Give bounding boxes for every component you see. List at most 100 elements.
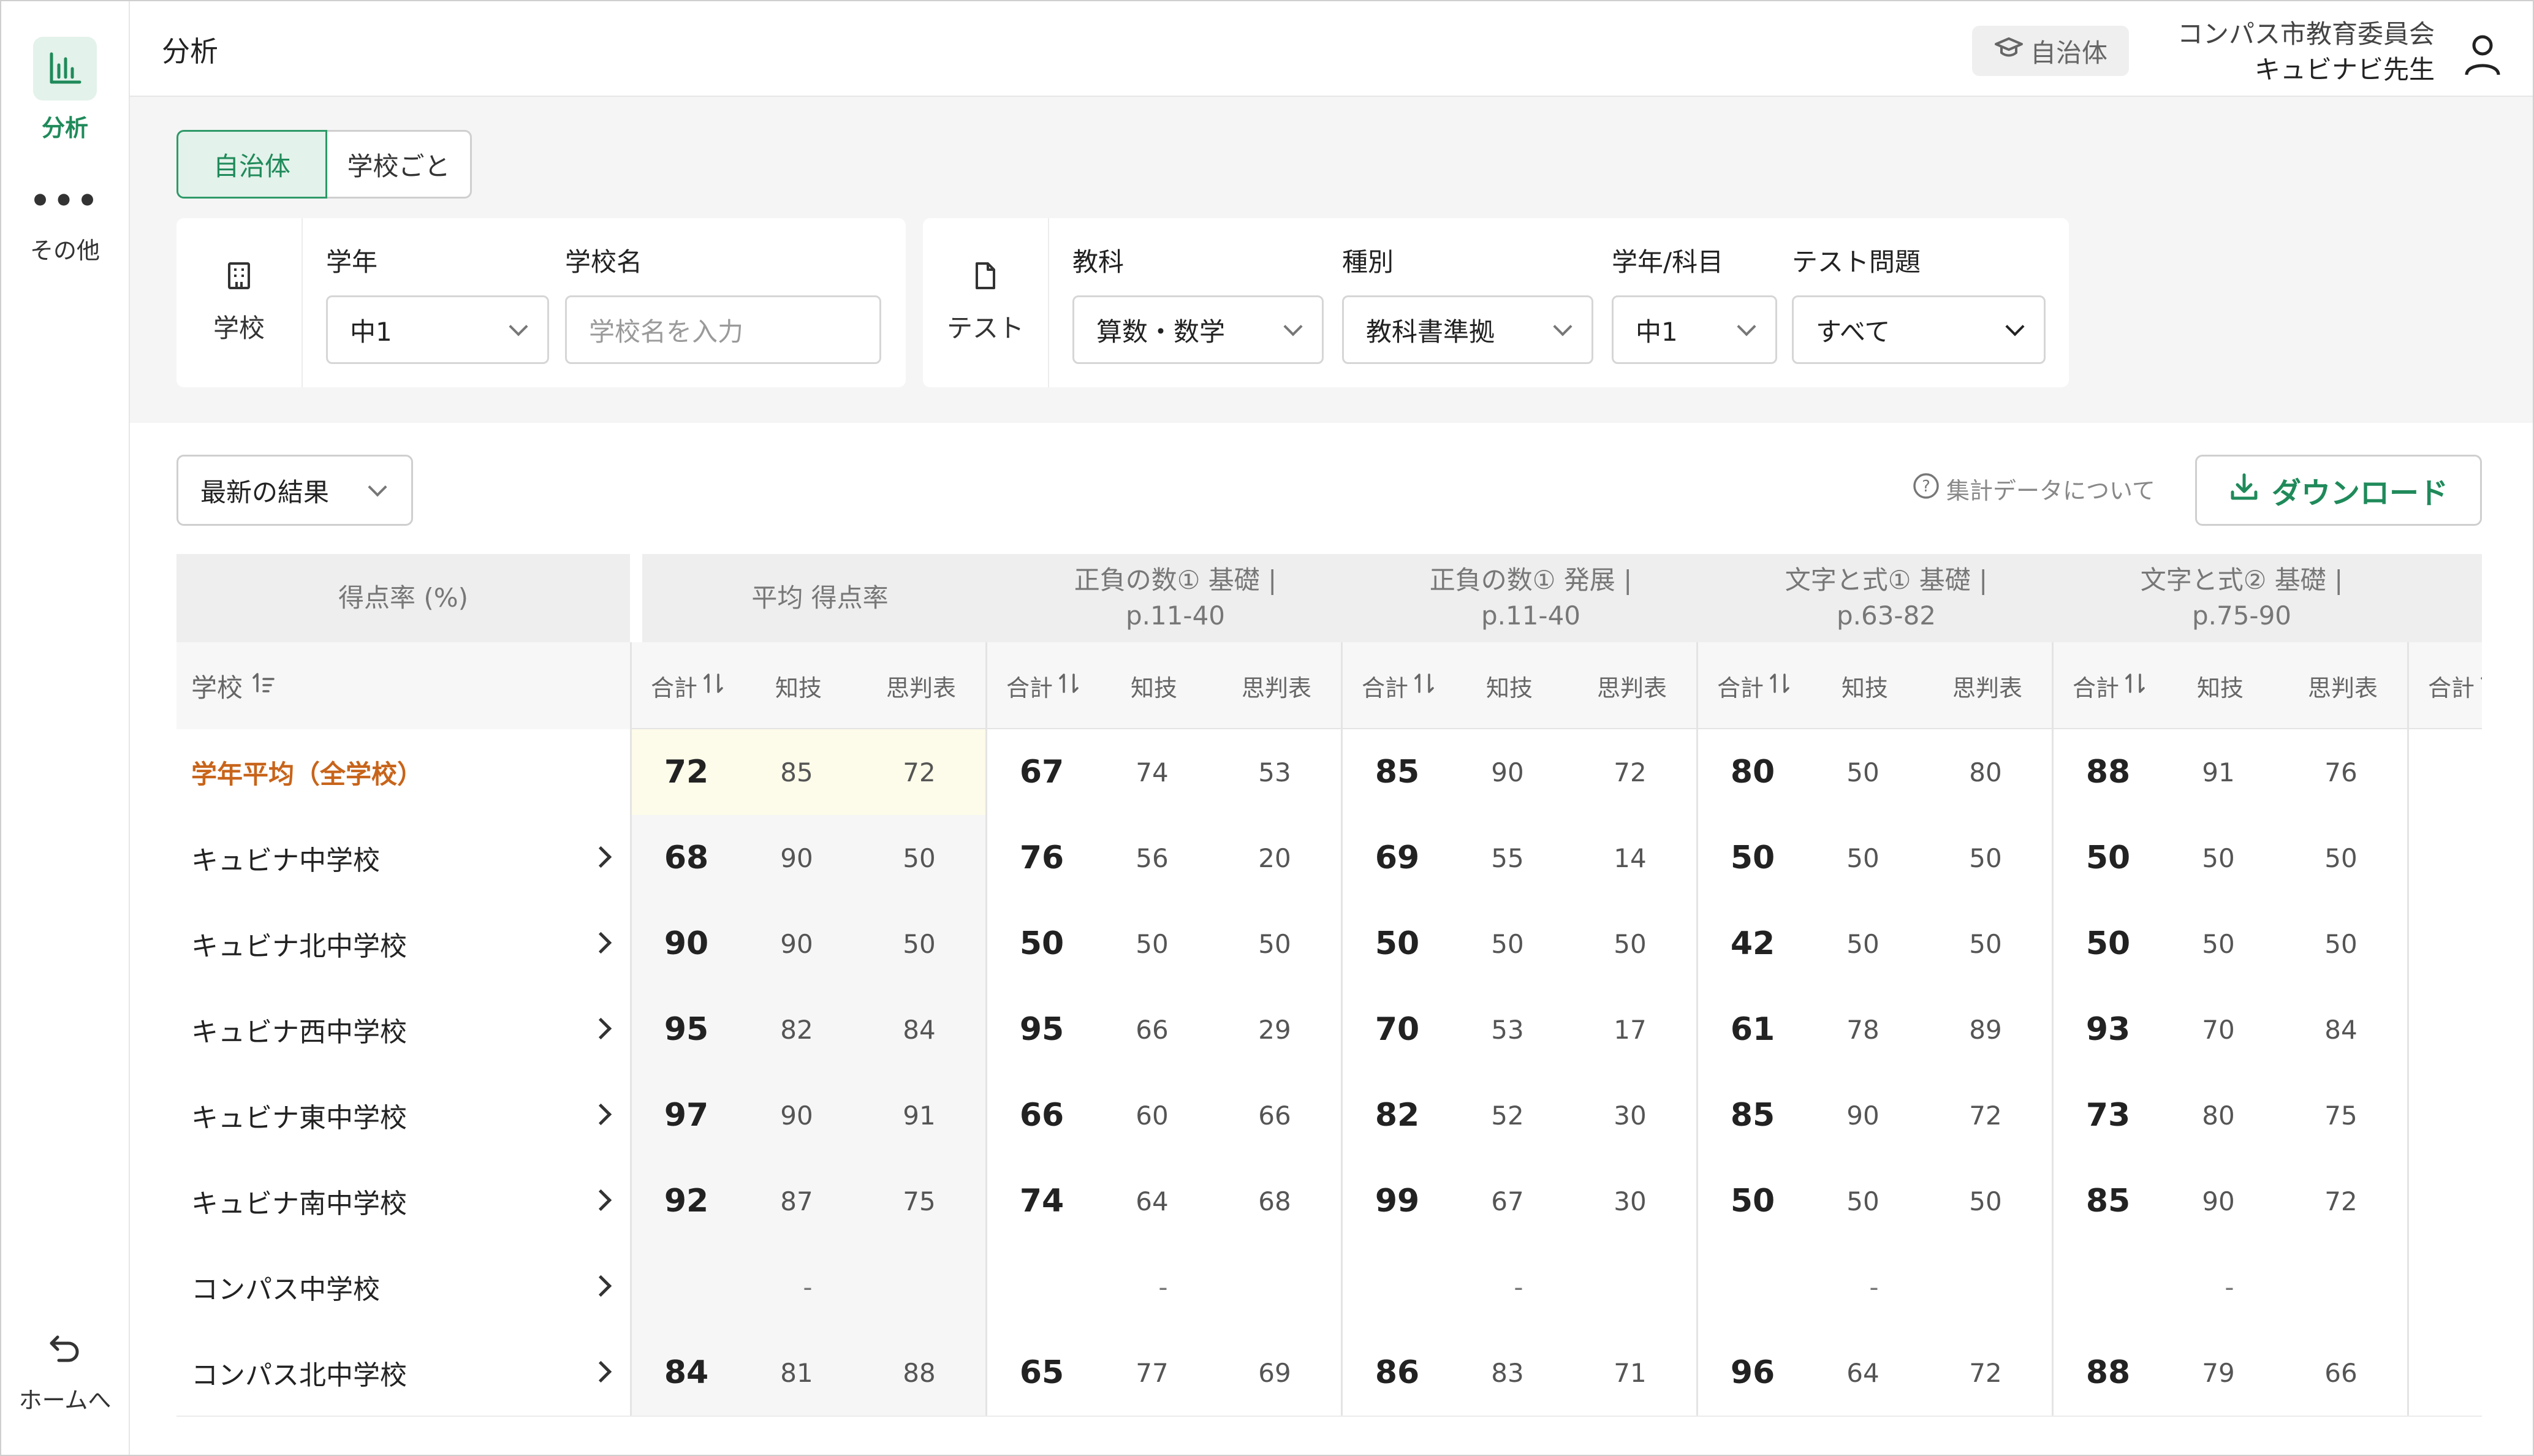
total-sort-header[interactable]: 合計 [995,642,1093,729]
score-knowledge: 64 [1846,1357,1880,1388]
score-total: 50 [1019,925,1064,962]
total-sort-header[interactable]: 合計 [2061,642,2159,729]
sub-header-label: 思判表 [1241,674,1311,702]
subject-select[interactable]: 算数・数学 [1072,295,1324,364]
score-knowledge: 90 [1491,757,1524,787]
school-name-input[interactable]: 学校名を入力 [565,295,881,364]
score-thinking: 71 [1614,1357,1647,1388]
score-thinking: 72 [2324,1186,2358,1216]
aggregate-info-link[interactable]: ? 集計データについて [1912,472,2155,506]
sort-ascending-icon [250,670,277,701]
score-total: 92 [664,1183,709,1219]
sub-header-label: 知技 [1130,674,1177,702]
score-knowledge: 90 [2202,1186,2235,1216]
table-row[interactable]: キュビナ中学校 68 90 50 76 56 20 69 55 14 50 50 50 50 50 50 [176,815,2482,902]
sidebar-item-home[interactable]: ホームへ [1,1331,129,1415]
sub-header: 思判表 [2282,642,2404,729]
result-period-select[interactable]: 最新の結果 [176,455,413,526]
download-button[interactable]: ダウンロード [2195,455,2482,526]
group-cell-bg [2407,1072,2482,1158]
test-problem-select[interactable]: すべて [1792,295,2046,364]
toggle-municipality[interactable]: 自治体 [176,130,327,199]
total-sort-header[interactable]: 合計 [639,642,737,729]
chevron-down-icon [1737,317,1756,336]
score-knowledge: 85 [780,757,813,787]
score-total: 86 [1375,1354,1420,1391]
group-header: 平均 得点率 [642,554,998,642]
score-knowledge: 90 [780,843,813,873]
test-section-label: テスト [946,313,1024,343]
sub-header-label: 合計 [2427,674,2475,702]
more-dots-icon: ••• [29,181,101,220]
score-total: 96 [1730,1354,1775,1391]
score-knowledge: 81 [780,1357,813,1388]
school-header-label: 学校 [191,672,243,703]
score-thinking: 72 [1969,1357,2002,1388]
score-total: 90 [664,925,709,962]
empty-value: - [1514,1272,1523,1302]
sub-header-row: 合計 知技 思判表 [630,642,985,729]
score-thinking: 50 [1969,928,2002,959]
score-knowledge: 60 [1136,1100,1169,1131]
score-knowledge: 70 [2202,1014,2235,1045]
sort-icon [1412,671,1436,701]
table-row[interactable]: コンパス中学校 - - - - - [176,1244,2482,1331]
group-cell-bg [2407,1158,2482,1244]
table-row[interactable]: キュビナ東中学校 97 90 91 66 60 66 82 52 30 85 90 72 73 80 75 [176,1072,2482,1159]
sort-icon [1056,671,1081,701]
help-circle-icon: ? [1912,472,1940,506]
table-row[interactable]: キュビナ南中学校 92 87 75 74 64 68 99 67 30 50 50 50 85 90 72 [176,1158,2482,1245]
total-sort-header[interactable]: 合計 [1350,642,1448,729]
sub-header-row: 合計 知技 思判表 [2052,642,2407,729]
school-name: コンパス中学校 [176,1244,630,1330]
empty-value: - [803,1272,813,1302]
table-row[interactable]: コンパス北中学校 84 81 88 65 77 69 86 83 71 96 64 72 88 79 66 [176,1330,2482,1417]
score-knowledge: 87 [780,1186,813,1216]
score-thinking: 29 [1258,1014,1291,1045]
score-total: 65 [1019,1354,1064,1391]
user-icon[interactable] [2463,33,2502,80]
sub-header-label: 思判表 [2307,674,2378,702]
score-thinking: 76 [2324,757,2358,787]
score-knowledge: 67 [1491,1186,1524,1216]
table-row[interactable]: キュビナ西中学校 95 82 84 95 66 29 70 53 17 61 78 89 93 70 84 [176,987,2482,1074]
sidebar-analysis-label: 分析 [41,115,88,142]
group-header-pages: p.11-40 [1481,601,1581,631]
sidebar-item-other[interactable]: ••• その他 [1,183,129,265]
total-sort-header[interactable]: 合計 [2416,642,2482,729]
table-row[interactable]: 学年平均（全学校） 72 85 72 67 74 53 85 90 72 80 50 80 88 91 76 [176,729,2482,816]
grade-subject-select[interactable]: 中1 [1612,295,1777,364]
sidebar-item-analysis[interactable]: 分析 [1,37,129,143]
empty-value: - [1869,1272,1879,1302]
score-total: 67 [1019,754,1064,791]
score-thinking: 14 [1614,843,1647,873]
group-header-title: 正負の数① 発展 | [1429,565,1633,595]
sub-header-row: 合計 知技 思判表 [1696,642,2052,729]
score-knowledge: 50 [2202,928,2235,959]
sub-header-row: 合計 知技 思判表 [985,642,1341,729]
table-row[interactable]: キュビナ北中学校 90 90 50 50 50 50 50 50 50 42 50 50 50 50 50 [176,901,2482,988]
sub-header: 知技 [1804,642,1926,729]
score-total: 66 [1019,1097,1064,1134]
toggle-per-school[interactable]: 学校ごと [327,130,472,199]
score-total: 99 [1375,1183,1420,1219]
sidebar: 分析 ••• その他 ホームへ [1,1,130,1455]
download-icon [2229,471,2259,509]
sub-header: 思判表 [860,642,982,729]
score-total: 74 [1019,1183,1064,1219]
group-header: 正負の数① 発展 | p.11-40 [1353,554,1709,642]
score-thinking: 72 [1614,757,1647,787]
score-thinking: 68 [1258,1186,1291,1216]
grade-select-value: 中1 [350,316,392,347]
score-thinking: 66 [2324,1357,2358,1388]
school-column-header[interactable]: 学校 [176,642,630,729]
total-sort-header[interactable]: 合計 [1705,642,1804,729]
score-total: 50 [1730,1183,1775,1219]
grade-select[interactable]: 中1 [326,295,549,364]
score-thinking: 88 [903,1357,936,1388]
sub-header-row: 合計 知技 思判表 [1341,642,1696,729]
results-table: 得点率 (%) 学校 平均 得点率 合計 知技 思判表 正負の数① 基礎 | p.11-40 合… [176,554,2482,1456]
svg-text:?: ? [1922,477,1930,496]
type-select[interactable]: 教科書準拠 [1342,295,1593,364]
grade-subject-select-value: 中1 [1636,316,1678,347]
